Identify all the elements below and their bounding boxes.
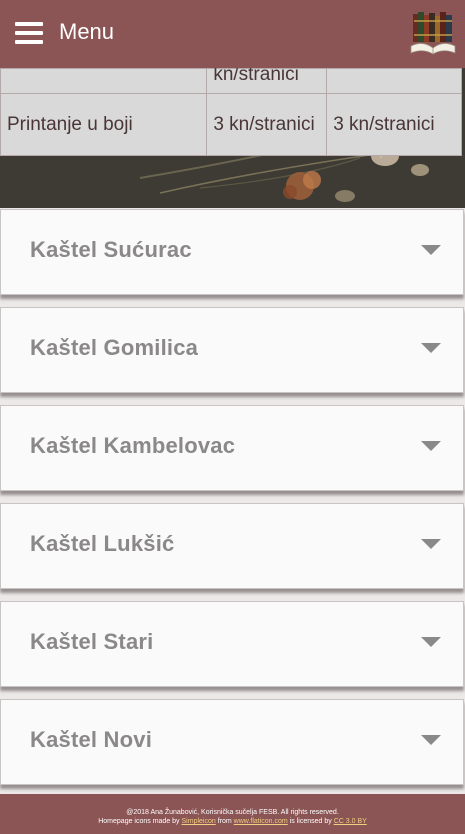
chevron-down-icon[interactable]: [421, 735, 441, 745]
license-link[interactable]: CC 3.0 BY: [334, 818, 367, 825]
accordion-title: Kaštel Sućurac: [30, 237, 192, 262]
accordion-item[interactable]: Kaštel Novi: [0, 699, 464, 785]
chevron-down-icon[interactable]: [421, 343, 441, 353]
menu-label[interactable]: Menu: [59, 19, 114, 45]
table-row: kn/stranici: [0, 64, 462, 94]
table-cell: [0, 68, 208, 94]
accordion-item[interactable]: Kaštel Lukšić: [0, 503, 464, 589]
accordion-item[interactable]: Kaštel Kambelovac: [0, 405, 464, 491]
table-row: Printanje u boji 3 kn/stranici 3 kn/stra…: [0, 93, 462, 156]
copyright-text: @2018 Ana Žunabović, Korisnička sučelja …: [126, 809, 339, 816]
table-cell: [326, 68, 462, 94]
hamburger-menu-icon[interactable]: [15, 22, 43, 44]
chevron-down-icon[interactable]: [421, 539, 441, 549]
table-cell: 3 kn/stranici: [326, 93, 462, 156]
credits-line: Homepage icons made by Simpleicon from w…: [98, 818, 367, 825]
books-logo-icon[interactable]: [409, 10, 457, 56]
accordion-item[interactable]: Kaštel Sućurac: [0, 209, 464, 295]
chevron-down-icon[interactable]: [421, 637, 441, 647]
chevron-down-icon[interactable]: [421, 441, 441, 451]
table-cell: kn/stranici: [206, 64, 328, 94]
accordion-title: Kaštel Novi: [30, 727, 153, 752]
accordion-title: Kaštel Kambelovac: [30, 433, 236, 458]
accordion-item[interactable]: Kaštel Gomilica: [0, 307, 464, 393]
footer: @2018 Ana Žunabović, Korisnička sučelja …: [0, 794, 465, 834]
table-cell: Printanje u boji: [0, 93, 208, 156]
simpleicon-link[interactable]: Simpleicon: [182, 818, 216, 825]
price-table: kn/stranici Printanje u boji 3 kn/strani…: [0, 64, 462, 156]
accordion-item[interactable]: Kaštel Stari: [0, 601, 464, 687]
accordion-title: Kaštel Stari: [30, 629, 154, 654]
chevron-down-icon[interactable]: [421, 245, 441, 255]
accordion-title: Kaštel Gomilica: [30, 335, 199, 360]
top-nav-bar: Menu: [0, 0, 465, 68]
flaticon-link[interactable]: www.flaticon.com: [234, 818, 288, 825]
accordion-title: Kaštel Lukšić: [30, 531, 175, 556]
table-cell: 3 kn/stranici: [206, 93, 328, 156]
